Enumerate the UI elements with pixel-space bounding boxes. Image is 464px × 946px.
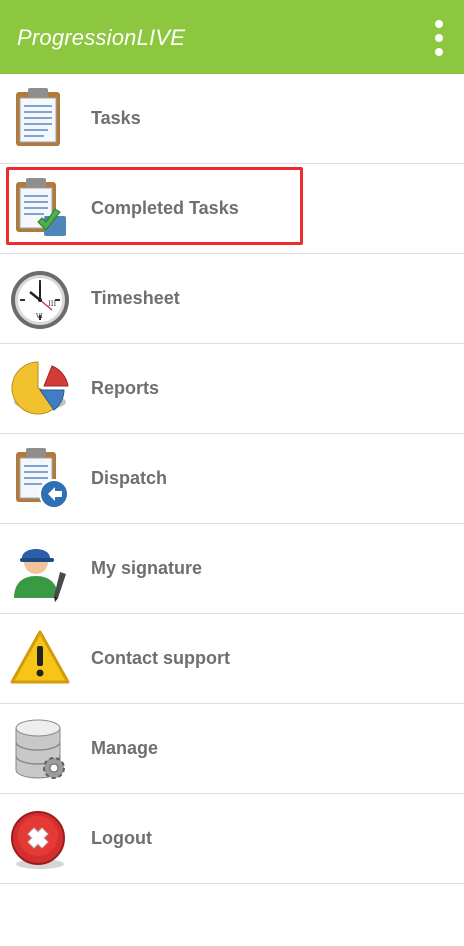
user-signature-icon — [8, 536, 72, 602]
menu-item-completed-tasks[interactable]: Completed Tasks — [0, 164, 464, 254]
menu-item-label: Logout — [91, 828, 152, 848]
menu-item-tasks[interactable]: Tasks — [0, 74, 464, 164]
clipboard-icon — [8, 86, 72, 152]
menu-item-label: Contact support — [91, 648, 230, 668]
clipboard-check-icon — [8, 176, 72, 242]
menu-item-reports[interactable]: Reports — [0, 344, 464, 434]
app-title: ProgressionLIVE — [17, 25, 186, 50]
menu-item-label: My signature — [91, 558, 203, 578]
clipboard-dispatch-icon — [8, 446, 72, 512]
menu-item-label: Dispatch — [91, 468, 168, 488]
warning-icon — [8, 626, 72, 692]
main-menu: Tasks Completed Tasks III VI Timesheet R… — [0, 74, 464, 884]
svg-text:III: III — [48, 300, 57, 308]
menu-item-label: Manage — [91, 738, 159, 758]
menu-item-timesheet[interactable]: III VI Timesheet — [0, 254, 464, 344]
menu-item-label: Reports — [91, 378, 160, 398]
pie-chart-icon — [8, 356, 72, 422]
svg-text:VI: VI — [35, 313, 43, 320]
menu-item-logout[interactable]: Logout — [0, 794, 464, 884]
menu-item-my-signature[interactable]: My signature — [0, 524, 464, 614]
menu-item-label: Completed Tasks — [91, 198, 239, 218]
menu-item-manage[interactable]: Manage — [0, 704, 464, 794]
more-vert-icon[interactable] — [426, 18, 454, 58]
menu-item-contact-support[interactable]: Contact support — [0, 614, 464, 704]
menu-item-label: Timesheet — [91, 288, 180, 308]
clock-icon: III VI — [8, 266, 72, 332]
menu-item-label: Tasks — [91, 108, 141, 128]
app-bar: ProgressionLIVE — [0, 0, 464, 74]
logout-x-icon — [8, 806, 72, 872]
database-gear-icon — [8, 716, 72, 782]
menu-item-dispatch[interactable]: Dispatch — [0, 434, 464, 524]
